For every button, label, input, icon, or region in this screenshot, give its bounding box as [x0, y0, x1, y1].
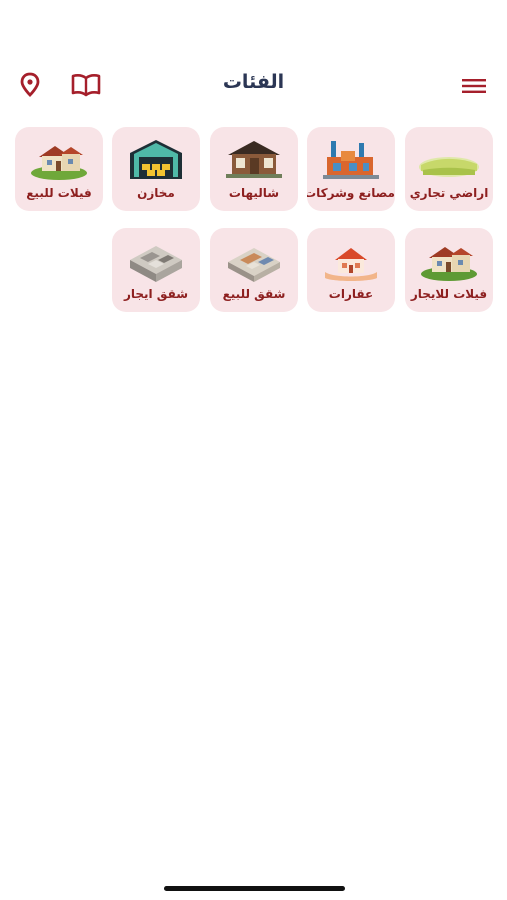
- category-villas-for-rent[interactable]: فيلات للايجار: [405, 228, 493, 312]
- category-apartments-for-rent[interactable]: شقق ايجار: [112, 228, 200, 312]
- page-title: الفئات: [222, 71, 285, 93]
- hamburger-menu-icon[interactable]: [461, 76, 487, 96]
- land-field-icon: [419, 137, 479, 177]
- category-label: شقق للبيع: [222, 287, 286, 301]
- category-commercial-land[interactable]: اراضي تجاري: [405, 127, 493, 211]
- category-villas-for-sale[interactable]: فيلات للبيع: [15, 127, 103, 211]
- villa-rent-icon: [421, 247, 477, 281]
- category-label: فيلات للايجار: [410, 287, 488, 301]
- category-label: شاليهات: [228, 186, 280, 200]
- factory-icon: [323, 141, 379, 179]
- category-label: مصانع وشركات: [307, 186, 395, 200]
- villa-icon: [31, 146, 87, 180]
- apartment-rent-3d-icon: [130, 246, 182, 282]
- category-factories-companies[interactable]: مصانع وشركات: [307, 127, 395, 211]
- category-warehouses[interactable]: مخازن: [112, 127, 200, 211]
- top-bar: الفئات: [0, 60, 507, 110]
- house-hand-icon: [325, 248, 377, 281]
- category-apartments-for-sale[interactable]: شقق للبيع: [210, 228, 298, 312]
- warehouse-icon: [130, 140, 182, 179]
- category-label: فيلات للبيع: [26, 186, 92, 200]
- category-label: اراضي تجاري: [409, 186, 489, 200]
- category-real-estate[interactable]: عقارات: [307, 228, 395, 312]
- chalet-icon: [226, 141, 282, 178]
- category-label: عقارات: [328, 287, 374, 301]
- home-indicator[interactable]: [164, 886, 345, 891]
- category-label: مخازن: [137, 186, 175, 200]
- category-label: شقق ايجار: [123, 287, 189, 301]
- apartment-3d-icon: [228, 248, 280, 282]
- category-chalets[interactable]: شاليهات: [210, 127, 298, 211]
